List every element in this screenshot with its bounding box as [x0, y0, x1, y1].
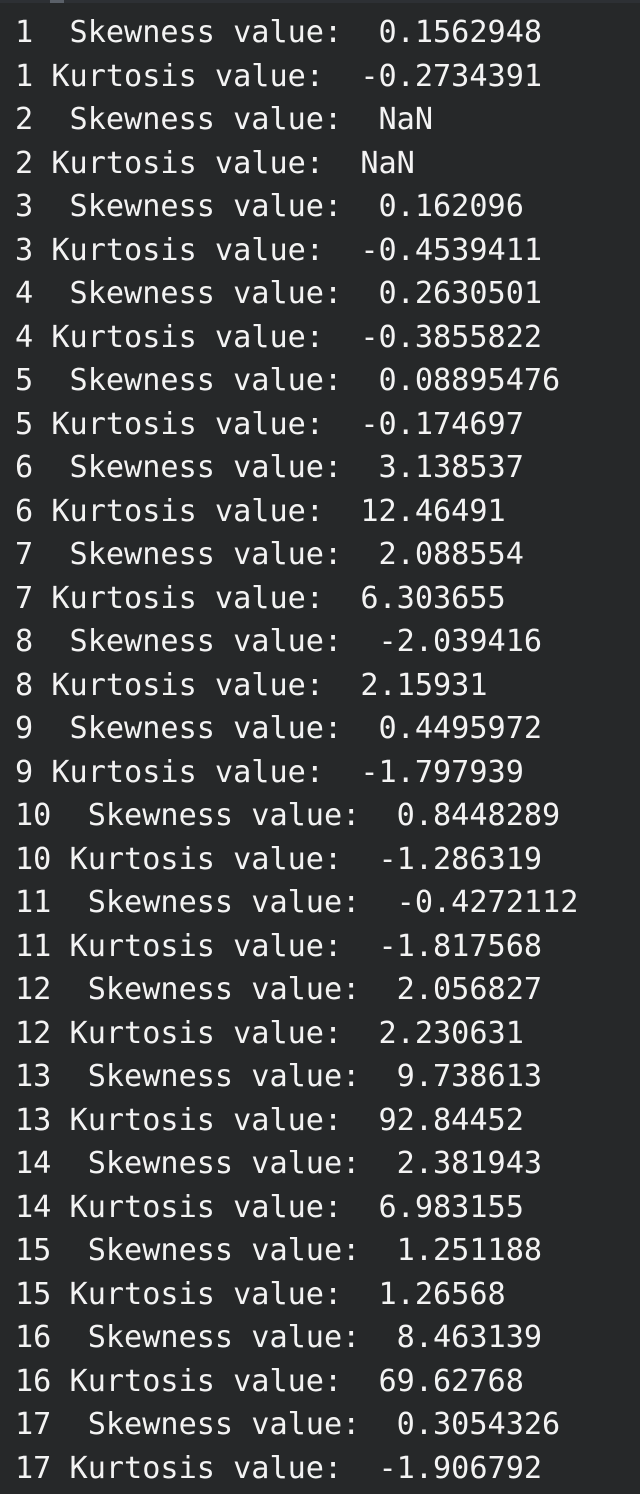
output-line-kurtosis: 16 Kurtosis value: 69.62768 [15, 1363, 524, 1399]
pane-top-border [0, 0, 640, 3]
output-line-kurtosis: 8 Kurtosis value: 2.15931 [15, 667, 488, 703]
output-line-kurtosis: 12 Kurtosis value: 2.230631 [15, 1015, 524, 1051]
output-line-skewness: 3 Skewness value: 0.162096 [15, 189, 524, 224]
output-line-kurtosis: 17 Kurtosis value: -1.906792 [15, 1450, 543, 1486]
output-line-kurtosis: 4 Kurtosis value: -0.3855822 [15, 319, 543, 355]
output-line-kurtosis: 3 Kurtosis value: -0.4539411 [15, 232, 543, 268]
output-line-kurtosis: 2 Kurtosis value: NaN [15, 145, 415, 181]
output-line-skewness: 9 Skewness value: 0.4495972 [15, 711, 543, 746]
output-line-skewness: 8 Skewness value: -2.039416 [15, 624, 543, 659]
output-line-skewness: 4 Skewness value: 0.2630501 [15, 276, 543, 311]
output-line-skewness: 14 Skewness value: 2.381943 [15, 1146, 543, 1181]
output-line-kurtosis: 7 Kurtosis value: 6.303655 [15, 580, 506, 616]
output-line-skewness: 13 Skewness value: 9.738613 [15, 1059, 543, 1094]
output-line-skewness: 7 Skewness value: 2.088554 [15, 537, 524, 572]
output-line-kurtosis: 1 Kurtosis value: -0.2734391 [15, 58, 543, 94]
output-lines: 1 Skewness value: 0.1562948 1 Kurtosis v… [15, 11, 578, 1490]
output-line-skewness: 6 Skewness value: 3.138537 [15, 450, 524, 485]
output-line-skewness: 2 Skewness value: NaN [15, 102, 434, 137]
output-line-skewness: 16 Skewness value: 8.463139 [15, 1320, 543, 1355]
output-line-skewness: 1 Skewness value: 0.1562948 [15, 15, 543, 50]
output-line-skewness: 10 Skewness value: 0.8448289 [15, 798, 561, 833]
output-line-kurtosis: 13 Kurtosis value: 92.84452 [15, 1102, 524, 1138]
output-line-skewness: 17 Skewness value: 0.3054326 [15, 1407, 561, 1442]
output-line-kurtosis: 6 Kurtosis value: 12.46491 [15, 493, 506, 529]
output-line-kurtosis: 15 Kurtosis value: 1.26568 [15, 1276, 506, 1312]
output-line-kurtosis: 5 Kurtosis value: -0.174697 [15, 406, 524, 442]
output-line-skewness: 12 Skewness value: 2.056827 [15, 972, 543, 1007]
output-line-kurtosis: 11 Kurtosis value: -1.817568 [15, 928, 543, 964]
output-line-kurtosis: 10 Kurtosis value: -1.286319 [15, 841, 543, 877]
output-line-skewness: 11 Skewness value: -0.4272112 [15, 885, 579, 920]
output-line-kurtosis: 9 Kurtosis value: -1.797939 [15, 754, 524, 790]
console-output-pane[interactable]: 1 Skewness value: 0.1562948 1 Kurtosis v… [0, 0, 640, 1494]
scroll-indicator [50, 0, 64, 3]
output-line-skewness: 15 Skewness value: 1.251188 [15, 1233, 543, 1268]
output-line-kurtosis: 14 Kurtosis value: 6.983155 [15, 1189, 524, 1225]
output-line-skewness: 5 Skewness value: 0.08895476 [15, 363, 561, 398]
